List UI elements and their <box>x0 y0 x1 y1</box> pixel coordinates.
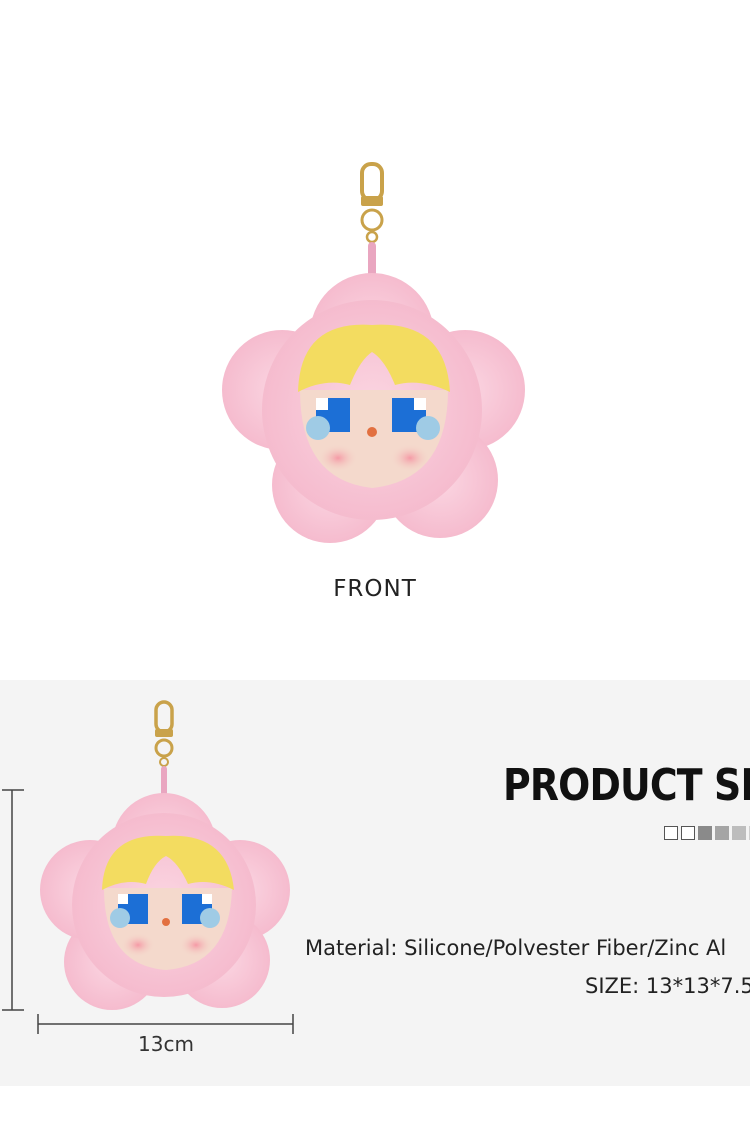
swatch-2 <box>681 826 695 840</box>
height-dimension-line <box>2 789 24 1011</box>
product-size-section: PRODUCT SIZ Material: Silicone/Polvester… <box>0 680 750 1086</box>
front-section: FRONT <box>0 0 750 680</box>
swatch-1 <box>664 826 678 840</box>
front-label: FRONT <box>333 576 417 602</box>
product-size-title: PRODUCT SIZ <box>503 760 750 811</box>
swatch-4 <box>715 826 729 840</box>
width-label: 13cm <box>138 1032 194 1056</box>
color-swatches <box>664 826 750 840</box>
keychain-clasp <box>154 700 174 806</box>
footer-spacer <box>0 1086 750 1125</box>
size-product-image <box>2 700 294 1034</box>
swatch-5 <box>732 826 746 840</box>
keychain-clasp <box>360 162 384 287</box>
swatch-3 <box>698 826 712 840</box>
doll-face <box>298 324 450 488</box>
material-text: Material: Silicone/Polvester Fiber/Zinc … <box>305 936 727 960</box>
size-text: SIZE: 13*13*7.5 <box>585 974 750 998</box>
width-dimension-line <box>37 1014 294 1034</box>
